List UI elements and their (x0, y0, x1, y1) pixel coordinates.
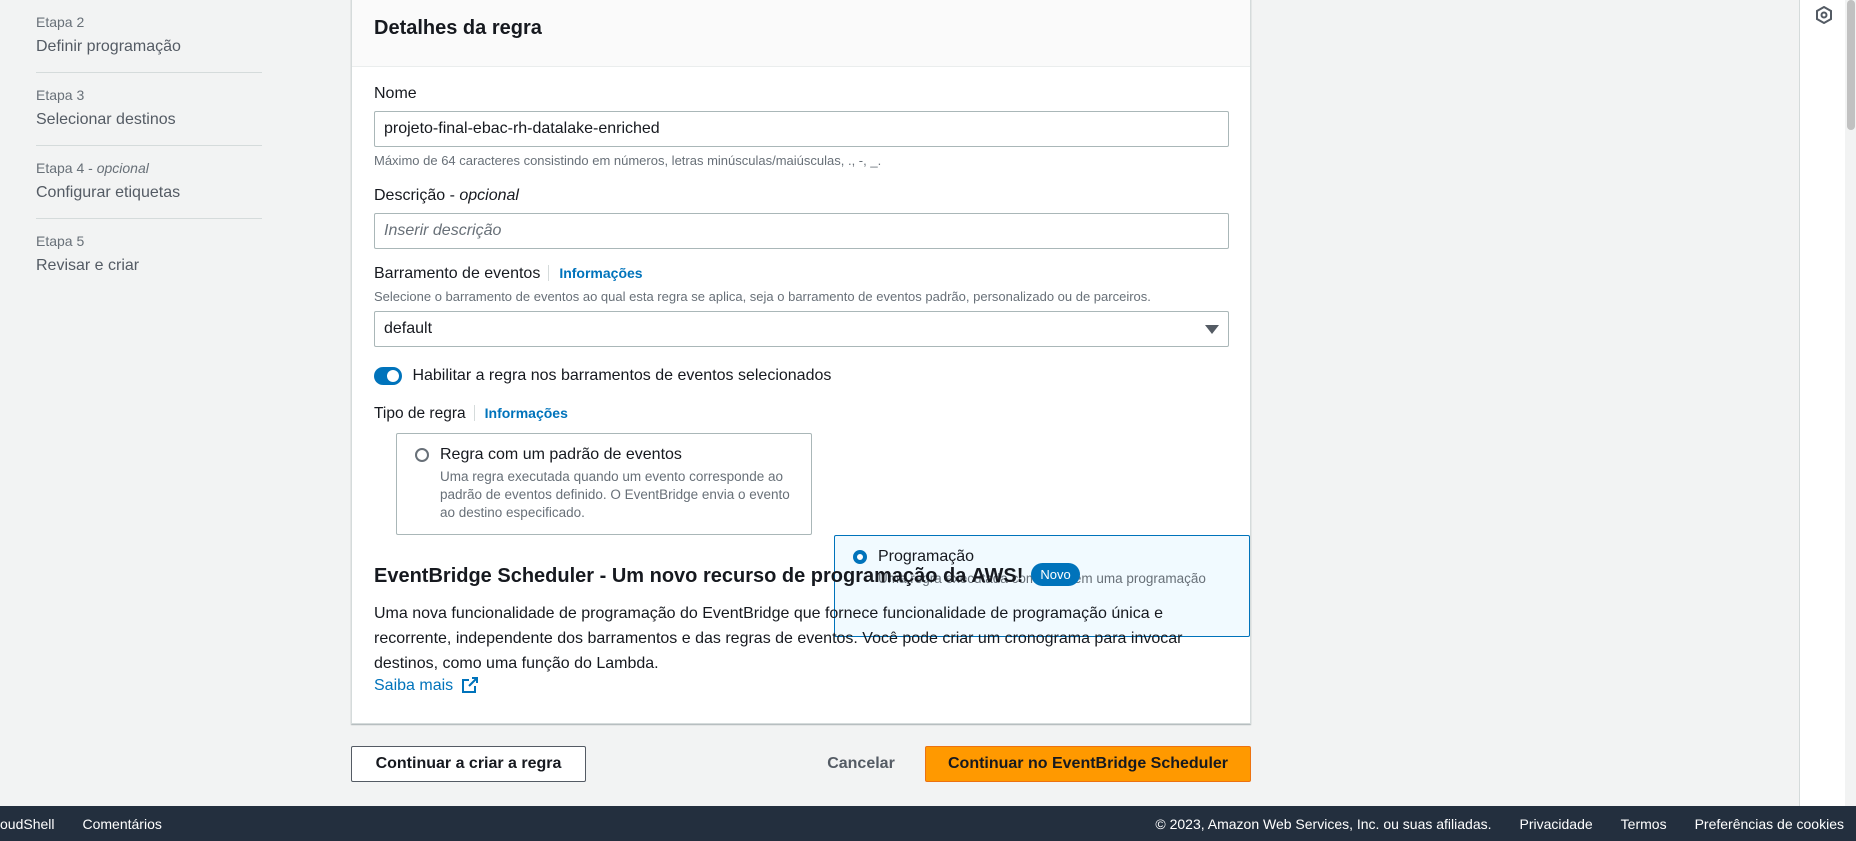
cancel-button[interactable]: Cancelar (816, 746, 906, 782)
event-bus-hint: Selecione o barramento de eventos ao qua… (374, 289, 1151, 304)
tile-title: Regra com um padrão de eventos (440, 446, 682, 463)
name-hint: Máximo de 64 caracteres consistindo em n… (374, 153, 882, 168)
radio-schedule[interactable] (853, 550, 867, 564)
event-bus-info-link[interactable]: Informações (548, 265, 643, 281)
step-4[interactable]: Etapa 4 - opcional Configurar etiquetas (36, 146, 262, 219)
copyright-text: © 2023, Amazon Web Services, Inc. ou sua… (1155, 815, 1492, 832)
help-panel-icon[interactable] (1816, 6, 1832, 24)
description-label: Descrição - opcional (374, 187, 519, 204)
cookie-preferences-link[interactable]: Preferências de cookies (1695, 816, 1844, 832)
step-name[interactable]: Selecionar destinos (36, 111, 262, 129)
step-name[interactable]: Definir programação (36, 38, 262, 56)
learn-more-link[interactable]: Saiba mais (374, 677, 478, 695)
continue-scheduler-button[interactable]: Continuar no EventBridge Scheduler (925, 746, 1251, 782)
rule-name-input[interactable] (374, 111, 1229, 147)
radio-event-pattern[interactable] (415, 448, 429, 462)
description-input[interactable] (374, 213, 1229, 249)
console-footer: oudShell Comentários © 2023, Amazon Web … (0, 806, 1856, 841)
event-bus-label: Barramento de eventos Informações (374, 265, 643, 282)
event-bus-value: default (384, 320, 433, 337)
step-5[interactable]: Etapa 5 Revisar e criar (36, 219, 262, 291)
tile-desc: Uma regra executada quando um evento cor… (440, 469, 790, 520)
new-badge: Novo (1031, 563, 1080, 586)
name-label: Nome (374, 85, 417, 102)
step-3[interactable]: Etapa 3 Selecionar destinos (36, 73, 262, 146)
cloudshell-link[interactable]: oudShell (0, 816, 55, 832)
step-2[interactable]: Etapa 2 Definir programação (36, 0, 262, 73)
continue-create-rule-button[interactable]: Continuar a criar a regra (351, 746, 586, 782)
event-bus-select[interactable]: default (374, 311, 1229, 347)
scheduler-description: Uma nova funcionalidade de programação d… (374, 605, 1183, 672)
caret-down-icon (1205, 324, 1219, 334)
scrollbar-thumb[interactable] (1847, 0, 1855, 130)
step-number: Etapa 5 (36, 233, 85, 249)
rule-type-label: Tipo de regra Informações (374, 405, 568, 422)
tile-event-pattern[interactable]: Regra com um padrão de eventos Uma regra… (396, 433, 812, 535)
step-number: Etapa 3 (36, 87, 85, 103)
external-link-icon (461, 677, 478, 693)
scheduler-heading: EventBridge Scheduler - Um novo recurso … (374, 563, 1080, 588)
panel-title: Detalhes da regra (374, 17, 542, 39)
step-name[interactable]: Configurar etiquetas (36, 184, 262, 202)
enable-rule-row: Habilitar a regra nos barramentos de eve… (374, 367, 831, 385)
privacy-link[interactable]: Privacidade (1520, 816, 1593, 832)
terms-link[interactable]: Termos (1621, 816, 1667, 832)
panel-body: Nome Máximo de 64 caracteres consistindo… (352, 67, 1250, 694)
feedback-link[interactable]: Comentários (83, 816, 162, 832)
wizard-steps: Etapa 2 Definir programação Etapa 3 Sele… (36, 0, 262, 291)
step-number: Etapa 2 (36, 14, 85, 30)
rule-details-panel: Detalhes da regra Nome Máximo de 64 cara… (351, 0, 1251, 724)
rule-type-info-link[interactable]: Informações (473, 405, 568, 421)
panel-header: Detalhes da regra (352, 0, 1250, 67)
step-number: Etapa 4 - opcional (36, 160, 149, 176)
enable-rule-label: Habilitar a regra nos barramentos de eve… (412, 367, 832, 384)
enable-rule-toggle[interactable] (374, 367, 402, 385)
step-name[interactable]: Revisar e criar (36, 257, 262, 275)
